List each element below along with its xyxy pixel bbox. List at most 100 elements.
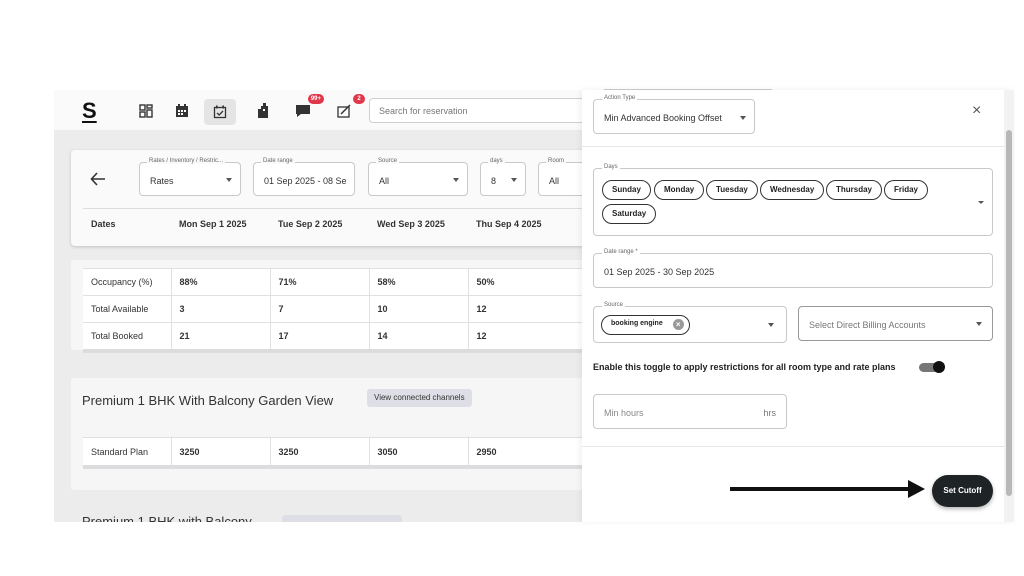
day-chip[interactable]: Sunday <box>602 180 651 200</box>
table-row: Total Available 3 7 10 12 <box>83 295 582 323</box>
rate-cell[interactable]: 3250 <box>171 437 271 466</box>
days-label: days <box>488 158 505 164</box>
day-chip[interactable]: Monday <box>654 180 705 200</box>
dates-header: Dates <box>91 219 116 229</box>
action-type-value: Min Advanced Booking Offset <box>604 113 722 123</box>
app-logo[interactable]: S <box>82 98 97 124</box>
calendar-icon[interactable] <box>170 99 194 123</box>
direct-billing-select[interactable]: Select Direct Billing Accounts <box>798 306 993 341</box>
rate-cell[interactable]: 2950 <box>468 437 582 466</box>
table-cell: 58% <box>369 268 469 296</box>
apply-all-toggle[interactable] <box>919 361 945 373</box>
chevron-down-icon <box>511 178 517 182</box>
rate-cell[interactable]: 3050 <box>369 437 469 466</box>
room-label: Room <box>546 158 567 164</box>
days-multiselect[interactable]: Days Sunday Monday Tuesday Wednesday Thu… <box>593 164 993 236</box>
days-value: 8 <box>491 176 497 186</box>
remove-chip-icon[interactable]: × <box>672 319 684 330</box>
table-cell: 21 <box>171 322 271 350</box>
date-column-header: Tue Sep 2 2025 <box>278 219 343 229</box>
table-cell: 7 <box>270 295 370 323</box>
rate-plan-label: Standard Plan <box>83 437 172 466</box>
room-value: All <box>549 176 560 186</box>
source-label: Source <box>376 158 400 164</box>
date-column-header: Mon Sep 1 2025 <box>179 219 247 229</box>
scrollbar[interactable] <box>1004 90 1014 522</box>
min-hours-input[interactable]: Min hours hrs <box>593 394 787 429</box>
back-arrow-icon[interactable] <box>90 172 106 191</box>
table-cell: 50% <box>468 268 582 296</box>
view-connected-channels-button[interactable] <box>282 515 402 522</box>
toggle-knob <box>933 361 945 373</box>
table-row: Occupancy (%) 88% 71% 58% 50% <box>83 268 582 296</box>
days-label: Days <box>602 164 620 170</box>
day-chip[interactable]: Wednesday <box>760 180 825 200</box>
date-range-value: 01 Sep 2025 - 08 Se <box>264 176 347 186</box>
filter-card: Rates / Inventory / Restric... Rates Dat… <box>71 150 582 246</box>
room-select[interactable]: Room All <box>538 158 582 196</box>
messages-count-badge: 99+ <box>307 94 324 104</box>
chevron-down-icon <box>768 323 774 327</box>
hours-unit-label: hrs <box>763 408 776 418</box>
messages-icon[interactable]: 99+ <box>291 94 324 123</box>
tasks-icon[interactable]: 2 <box>332 94 365 123</box>
rate-plan-table: Standard Plan 3250 3250 3050 2950 <box>83 437 582 466</box>
day-chip[interactable]: Friday <box>884 180 929 200</box>
table-scroll-track <box>83 349 582 353</box>
action-type-select[interactable]: Action Type Min Advanced Booking Offset <box>593 95 755 134</box>
occupancy-table: Occupancy (%) 88% 71% 58% 50% Total Avai… <box>83 268 582 350</box>
table-cell: 12 <box>468 295 582 323</box>
table-cell: 88% <box>171 268 271 296</box>
occupancy-card: Occupancy (%) 88% 71% 58% 50% Total Avai… <box>71 260 582 353</box>
table-row: Standard Plan 3250 3250 3050 2950 <box>83 437 582 466</box>
rates-app: S 99+ 2 Search for reservation Rates / I… <box>54 90 582 522</box>
day-chip[interactable]: Saturday <box>602 204 657 224</box>
row-label: Total Available <box>83 295 172 323</box>
rate-calendar-icon[interactable] <box>204 99 236 125</box>
table-cell: 17 <box>270 322 370 350</box>
date-column-header: Wed Sep 3 2025 <box>377 219 445 229</box>
source-multiselect[interactable]: Source booking engine × <box>593 302 787 343</box>
dashboard-icon[interactable] <box>134 99 158 123</box>
row-label: Occupancy (%) <box>83 268 172 296</box>
chevron-down-icon <box>740 116 746 120</box>
divider <box>582 446 1004 447</box>
scrollbar-thumb[interactable] <box>1006 130 1012 496</box>
table-scroll-track <box>83 465 582 469</box>
cutoff-side-panel: Action Type Min Advanced Booking Offset … <box>582 90 1014 522</box>
date-column-header: Thu Sep 4 2025 <box>476 219 542 229</box>
close-icon[interactable]: × <box>972 102 981 120</box>
date-range-field[interactable]: Date range 01 Sep 2025 - 08 Se <box>253 158 355 196</box>
reservation-search-input[interactable]: Search for reservation <box>369 98 582 123</box>
housekeeping-icon[interactable] <box>252 99 276 123</box>
rate-cell[interactable]: 3250 <box>270 437 370 466</box>
days-select[interactable]: days 8 <box>480 158 526 196</box>
table-cell: 71% <box>270 268 370 296</box>
source-chip-label: booking engine <box>611 320 663 327</box>
source-label: Source <box>602 302 626 308</box>
date-range-field[interactable]: Date range * 01 Sep 2025 - 30 Sep 2025 <box>593 249 993 288</box>
source-chip[interactable]: booking engine × <box>601 315 690 335</box>
tasks-count-badge: 2 <box>353 94 365 104</box>
date-range-label: Date range * <box>602 249 640 255</box>
chevron-down-icon <box>976 322 982 326</box>
row-label: Total Booked <box>83 322 172 350</box>
rates-inventory-value: Rates <box>150 176 174 186</box>
divider <box>582 146 1004 147</box>
set-cutoff-button[interactable]: Set Cutoff <box>932 475 993 507</box>
view-connected-channels-button[interactable]: View connected channels <box>367 389 472 407</box>
day-chip[interactable]: Tuesday <box>706 180 758 200</box>
table-row: Total Booked 21 17 14 12 <box>83 322 582 350</box>
room-type-card: Premium 1 BHK With Balcony Garden View V… <box>71 378 582 490</box>
action-type-label: Action Type <box>602 95 638 101</box>
room-type-title: Premium 1 BHK With Balcony Garden View <box>82 393 334 408</box>
day-chip[interactable]: Thursday <box>826 180 883 200</box>
table-cell: 10 <box>369 295 469 323</box>
rates-inventory-select[interactable]: Rates / Inventory / Restric... Rates <box>139 158 241 196</box>
chevron-down-icon <box>226 178 232 182</box>
source-select[interactable]: Source All <box>368 158 468 196</box>
room-type-title: Premium 1 BHK with Balcony <box>82 514 252 522</box>
date-range-label: Date range <box>261 158 295 164</box>
apply-all-toggle-label: Enable this toggle to apply restrictions… <box>593 362 896 372</box>
table-cell: 12 <box>468 322 582 350</box>
